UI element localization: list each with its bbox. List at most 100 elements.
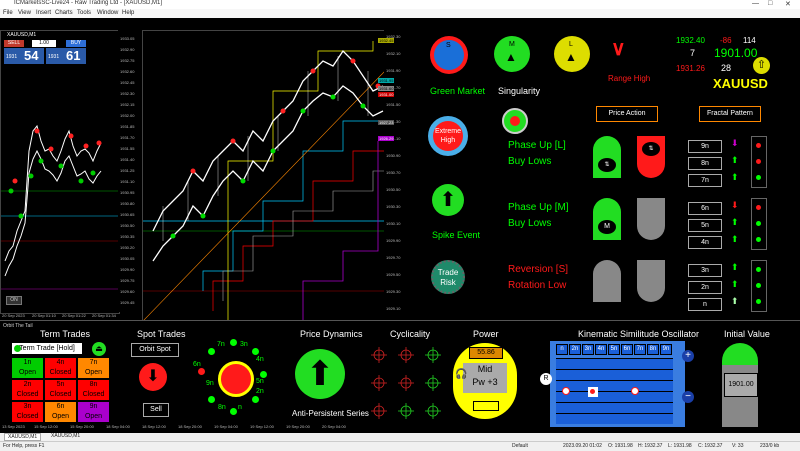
on-button[interactable]: ON [6,296,22,305]
phase2-line2: Buy Lows [508,218,552,229]
orbit-label-2n: 2n [256,388,264,395]
left-axis-label: 1930.80 [120,201,135,206]
left-chart[interactable]: XAUUSD,M1 SELL 1.00 BUY 1931 54 1931 61 … [0,30,120,314]
term-trades-title: Term Trades [40,329,91,339]
status-traffic: 233/0 kb [760,443,780,449]
phase-l-down-block: ⇅ [637,136,665,178]
sell-arrow-icon: ⬇ [139,363,167,391]
window-title: ICMarketsSC-Live24 - Raw Trading Ltd - [… [14,0,163,6]
maximize-button[interactable]: □ [768,0,772,7]
orbit-label-3n: 3n [240,341,248,348]
chart-tabs: XAUUSD,M1 XAUUSD,M1 [0,433,800,441]
kso-header: 4n [595,344,607,355]
phase-m-up-block: M [593,198,621,240]
initial-value-meter: 1901.00 [722,343,758,427]
left-axis-label: 1930.35 [120,234,135,239]
status-profile: Default [512,443,528,449]
kso-header: 2n [569,344,581,355]
arrow-up-icon: ⬆ [731,279,739,289]
minimize-button[interactable]: — [752,0,759,7]
timer: 28 [721,63,732,73]
headphones-icon: 🎧 [455,369,468,380]
arrow-up-icon: ⬆ [731,262,739,272]
arrow-down-icon: ⬇ [731,200,739,210]
term-cell-2n[interactable]: 2n Closed [12,380,43,400]
term-trade-hold-button[interactable]: Term Trade [Hold] [12,343,82,354]
main-axis-label: 1929.10 [386,306,401,311]
main-time-label: 19 Sep 20:00 [286,424,310,429]
m-button[interactable]: M [598,220,616,234]
kso-plus-button[interactable]: + [682,350,694,362]
left-axis-label: 1931.25 [120,168,135,173]
menu-charts[interactable]: Charts [55,10,73,16]
main-time-label: 18 Sep 12:00 [142,424,166,429]
cyclicality-grid [371,347,441,419]
menu-insert[interactable]: Insert [36,10,51,16]
menu-window[interactable]: Window [97,10,118,16]
main-chart[interactable] [142,30,386,322]
tab-chart-1[interactable]: XAUUSD,M1 [4,433,42,441]
symbol-label: XAUUSD [713,76,768,91]
power-mid-label: Mid [477,364,493,374]
left-axis-label: 1932.75 [120,58,135,63]
left-time-label: 20 Sep 01:10 [32,313,56,318]
phase-m-down-block [637,198,665,240]
s-indicator[interactable]: S [430,36,468,74]
price-tag: 1927.23 [378,120,395,125]
phase-s-down-block [637,260,665,302]
main-axis-label: 1930.90 [386,153,401,158]
orbit-center-icon [218,361,254,397]
term-cell-6n[interactable]: 6n Open [45,402,76,422]
price-tag: 1931.60 [378,86,395,91]
price-tag: 1931.00 [378,92,395,97]
orbit-label-9n: 9n [206,380,214,387]
fractal-5n: 5n [688,219,722,232]
main-time-label: 13 Sep 2023 [2,424,25,429]
main-time-label: 20 Sep 04:00 [322,424,346,429]
arrow-up-icon: ▲ [565,50,577,64]
kso-r-button[interactable]: R [540,373,552,385]
bottom-panel: Orbit The Tail Term Trades Term Trade [H… [0,320,800,434]
sell-button[interactable]: Sell [143,403,169,417]
left-axis-label: 1931.10 [120,179,135,184]
arrow-up-icon: ⬆ [731,234,739,244]
price-action-button[interactable]: Price Action [596,106,658,122]
left-axis-label: 1932.15 [120,102,135,107]
left-axis-label: 1930.95 [120,190,135,195]
l-indicator[interactable]: L ▲ [554,36,590,72]
close-button[interactable]: ✕ [785,0,791,8]
up-down-icon: ⇅ [598,158,616,172]
main-axis-label: 1929.70 [386,255,401,260]
term-cell-7n[interactable]: 7n Open [78,358,109,378]
term-cell-8n[interactable]: 8n Closed [78,380,109,400]
fractal-signal-s [751,260,767,312]
orbit-label-7n: 7n [217,341,225,348]
menu-file[interactable]: File [3,10,13,16]
term-cell-1n[interactable]: 1n Open [12,358,43,378]
term-cell-3n[interactable]: 3n Closed [12,402,43,422]
phase-s-up-block [593,260,621,302]
menu-tools[interactable]: Tools [77,10,91,16]
indicator-panel: S M ▲ L ▲ ∨ Range High 1932.40 -86 114 7… [408,30,800,320]
left-axis-label: 1929.60 [120,289,135,294]
term-cell-5n[interactable]: 5n Closed [45,380,76,400]
price-low: 1931.26 [676,64,705,73]
status-help: For Help, press F1 [3,443,45,449]
term-cell-4n[interactable]: 4n Closed [45,358,76,378]
spread: 114 [743,36,756,45]
extreme-high-label: Extreme High [433,121,463,151]
kso-minus-button[interactable]: − [682,391,694,403]
m-indicator[interactable]: M ▲ [494,36,530,72]
arrow-up-icon: ⬆ [731,217,739,227]
left-axis-label: 1932.00 [120,113,135,118]
fractal-pattern-button[interactable]: Fractal Pattern [699,106,761,122]
menu-help[interactable]: Help [122,10,134,16]
left-axis-label: 1930.65 [120,212,135,217]
term-cell-9n[interactable]: 9n Open [78,402,109,422]
status-close: C: 1932.37 [698,443,723,449]
menu-view[interactable]: View [18,10,31,16]
left-chart-plot [1,124,119,290]
orbit-spot-button[interactable]: Orbit Spot [131,343,179,357]
phase3-line2: Rotation Low [508,280,567,291]
tab-chart-2[interactable]: XAUUSD,M1 [48,433,83,439]
